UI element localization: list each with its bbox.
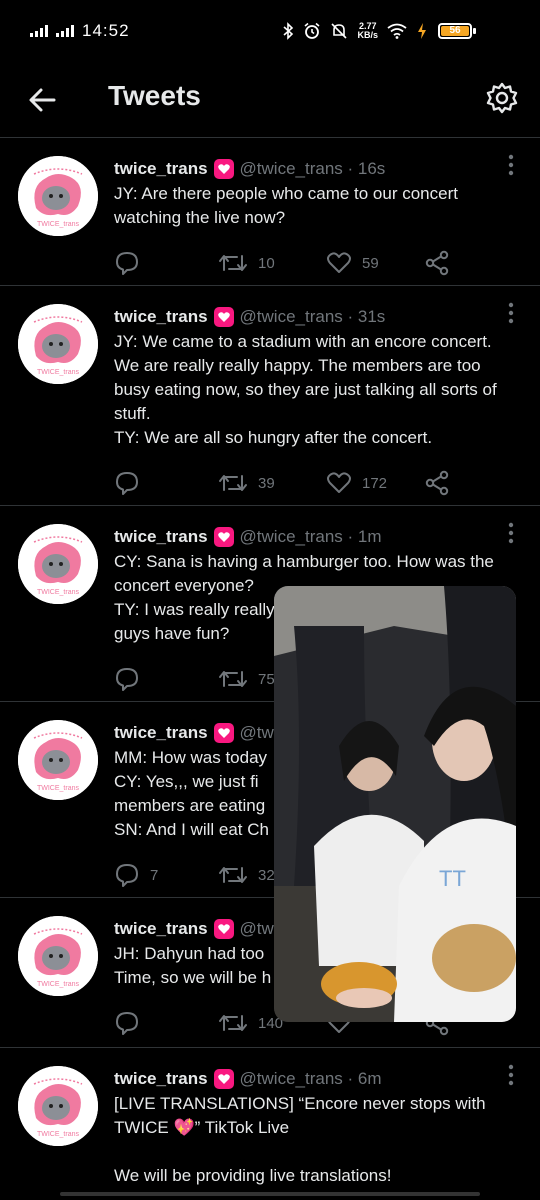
tweet-handle-time: @tw xyxy=(239,919,274,938)
reply-button[interactable] xyxy=(114,470,218,496)
svg-text:TWICE_trans: TWICE_trans xyxy=(37,221,80,228)
more-options-icon[interactable] xyxy=(508,522,514,544)
retweet-count: 39 xyxy=(258,474,275,492)
signal-icon xyxy=(56,25,74,37)
tweet-author-name[interactable]: twice_trans xyxy=(114,307,208,327)
tweet-handle-time: @twice_trans · 6m xyxy=(239,1069,382,1088)
heart-icon xyxy=(327,472,351,493)
arrow-left-icon xyxy=(29,88,56,112)
reply-icon xyxy=(116,252,138,275)
tweet[interactable]: TWICE_trans twice_trans @twice_trans · 6… xyxy=(0,1048,540,1200)
signal-icon xyxy=(30,25,48,37)
like-count: 59 xyxy=(362,254,379,272)
heart-icon xyxy=(327,252,351,273)
share-button[interactable] xyxy=(424,250,450,276)
charging-icon xyxy=(418,23,426,39)
avatar[interactable]: TWICE_trans xyxy=(18,1066,98,1146)
pip-video[interactable]: TT xyxy=(274,586,516,1022)
more-options-icon[interactable] xyxy=(508,1064,514,1086)
like-button[interactable]: 59 xyxy=(326,250,424,276)
svg-text:TWICE_trans: TWICE_trans xyxy=(37,785,80,792)
tweet[interactable]: TWICE_trans twice_trans @twice_trans · 1… xyxy=(0,138,540,286)
home-indicator xyxy=(60,1192,480,1196)
bluetooth-icon xyxy=(283,22,294,40)
more-options-icon[interactable] xyxy=(508,154,514,176)
svg-text:TWICE_trans: TWICE_trans xyxy=(37,589,80,596)
avatar[interactable]: TWICE_trans xyxy=(18,524,98,604)
top-app-bar: Tweets xyxy=(0,64,540,138)
mute-icon xyxy=(331,23,348,39)
tweet-handle-time: @twice_trans · 16s xyxy=(239,159,386,178)
retweet-icon xyxy=(219,255,247,271)
tweet-author-name[interactable]: twice_trans xyxy=(114,1069,208,1089)
tweet-author-name[interactable]: twice_trans xyxy=(114,159,208,179)
reply-button[interactable] xyxy=(114,666,218,692)
retweet-count: 10 xyxy=(258,254,275,272)
retweet-icon xyxy=(219,1015,247,1031)
heart-badge-icon xyxy=(213,1069,234,1089)
svg-text:TWICE_trans: TWICE_trans xyxy=(37,1131,80,1138)
retweet-button[interactable]: 39 xyxy=(218,470,326,496)
settings-button[interactable] xyxy=(484,80,520,116)
tweet-author-name[interactable]: twice_trans xyxy=(114,527,208,547)
reply-icon xyxy=(116,1012,138,1035)
share-icon xyxy=(425,470,449,496)
heart-badge-icon xyxy=(213,159,234,179)
like-count: 172 xyxy=(362,474,388,492)
avatar[interactable]: TWICE_trans xyxy=(18,156,98,236)
heart-badge-icon xyxy=(213,307,234,327)
tweet-author-name[interactable]: twice_trans xyxy=(114,723,208,743)
wifi-icon xyxy=(387,23,407,39)
tweet-text: [LIVE TRANSLATIONS] “Encore never stops … xyxy=(114,1094,486,1185)
like-button[interactable]: 172 xyxy=(326,470,424,496)
tweet-author-name[interactable]: twice_trans xyxy=(114,919,208,939)
tweet-handle-time: @twice_trans · 31s xyxy=(239,307,386,326)
tweet-handle-time: @tw xyxy=(239,723,274,742)
retweet-icon xyxy=(219,867,247,883)
back-button[interactable] xyxy=(24,82,60,118)
heart-badge-icon xyxy=(213,723,234,743)
alarm-icon xyxy=(304,22,320,39)
reply-button[interactable] xyxy=(114,1010,218,1036)
avatar[interactable]: TWICE_trans xyxy=(18,304,98,384)
retweet-count: 32 xyxy=(258,866,275,884)
status-bar: 14:52 2.77 KB/s 56 xyxy=(0,0,540,64)
reply-icon xyxy=(116,864,138,887)
avatar[interactable]: TWICE_trans xyxy=(18,720,98,800)
heart-badge-icon xyxy=(213,527,234,547)
tweet[interactable]: TWICE_trans twice_trans @twice_trans · 3… xyxy=(0,286,540,506)
tweet-text: JY: Are there people who came to our con… xyxy=(114,184,458,227)
more-options-icon[interactable] xyxy=(508,302,514,324)
share-button[interactable] xyxy=(424,470,450,496)
avatar[interactable]: TWICE_trans xyxy=(18,916,98,996)
battery-icon: 56 xyxy=(438,23,472,39)
svg-text:TT: TT xyxy=(439,866,466,891)
retweet-icon xyxy=(219,475,247,491)
svg-text:TWICE_trans: TWICE_trans xyxy=(37,981,80,988)
reply-button[interactable] xyxy=(114,250,218,276)
reply-icon xyxy=(116,472,138,495)
tweet-handle-time: @twice_trans · 1m xyxy=(239,527,382,546)
heart-badge-icon xyxy=(213,919,234,939)
reply-count: 7 xyxy=(150,866,159,884)
gear-icon xyxy=(486,82,518,114)
share-icon xyxy=(425,250,449,276)
svg-text:TWICE_trans: TWICE_trans xyxy=(37,369,80,376)
net-speed-unit: KB/s xyxy=(357,30,378,40)
retweet-icon xyxy=(219,671,247,687)
retweet-button[interactable]: 10 xyxy=(218,250,326,276)
video-frame-image: TT xyxy=(274,586,516,1022)
reply-button[interactable]: 7 xyxy=(114,862,218,888)
tweet-text: JY: We came to a stadium with an encore … xyxy=(114,332,497,447)
clock: 14:52 xyxy=(82,21,130,40)
reply-icon xyxy=(116,668,138,691)
page-title: Tweets xyxy=(108,80,201,111)
retweet-count: 75 xyxy=(258,670,275,688)
